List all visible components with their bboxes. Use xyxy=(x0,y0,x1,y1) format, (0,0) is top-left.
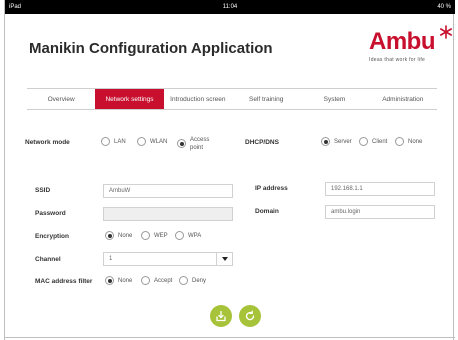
domain-label: Domain xyxy=(255,208,279,215)
tab-bar: Overview Network settings Introduction s… xyxy=(27,88,437,110)
radio-encryption-none[interactable] xyxy=(105,231,114,240)
radio-wlan[interactable] xyxy=(137,137,146,146)
network-mode-lan-option[interactable]: LAN xyxy=(101,137,126,146)
tab-system[interactable]: System xyxy=(300,89,368,109)
radio-server[interactable] xyxy=(321,137,330,146)
tab-introduction-screen[interactable]: Introduction screen xyxy=(164,89,232,109)
app-frame: iPad 11:04 40 % Manikin Configuration Ap… xyxy=(4,0,455,340)
radio-accept[interactable] xyxy=(141,276,150,285)
tab-self-training[interactable]: Self training xyxy=(232,89,300,109)
ssid-input[interactable]: AmbuW xyxy=(103,184,233,198)
mac-filter-accept-option[interactable]: Accept xyxy=(141,276,172,285)
tab-network-settings[interactable]: Network settings xyxy=(95,89,164,109)
status-bar: iPad 11:04 40 % xyxy=(5,0,455,14)
radio-lan-label: LAN xyxy=(114,138,126,145)
radio-deny[interactable] xyxy=(179,276,188,285)
radio-wlan-label: WLAN xyxy=(150,138,168,145)
radio-dhcp-none[interactable] xyxy=(395,137,404,146)
chevron-down-icon xyxy=(221,257,228,261)
radio-access-point[interactable] xyxy=(177,139,186,148)
save-button[interactable] xyxy=(210,305,232,327)
dhcp-server-option[interactable]: Server xyxy=(321,137,352,146)
network-mode-access-point-option[interactable]: Access point xyxy=(177,136,220,152)
domain-input[interactable]: ambu.login xyxy=(325,205,435,219)
ssid-label: SSID xyxy=(35,187,51,194)
channel-dropdown-button[interactable] xyxy=(216,253,232,265)
ip-address-input[interactable]: 192.168.1.1 xyxy=(325,182,435,196)
encryption-none-option[interactable]: None xyxy=(105,231,132,240)
radio-lan[interactable] xyxy=(101,137,110,146)
dhcp-none-option[interactable]: None xyxy=(395,137,422,146)
status-battery: 40 % xyxy=(437,4,451,10)
radio-access-point-label: Access point xyxy=(190,137,210,151)
channel-value: 1 xyxy=(109,256,113,262)
radio-encryption-none-label: None xyxy=(118,232,133,239)
tab-administration[interactable]: Administration xyxy=(369,89,437,109)
encryption-wpa-option[interactable]: WPA xyxy=(175,231,201,240)
radio-wep-label: WEP xyxy=(154,232,168,239)
mac-filter-none-option[interactable]: None xyxy=(105,276,132,285)
radio-accept-label: Accept xyxy=(154,277,173,284)
page-title: Manikin Configuration Application xyxy=(29,40,273,57)
bottom-border xyxy=(5,337,455,338)
mac-filter-deny-option[interactable]: Deny xyxy=(179,276,206,285)
logo-wordmark: Ambu xyxy=(369,28,436,55)
encryption-wep-option[interactable]: WEP xyxy=(141,231,168,240)
radio-deny-label: Deny xyxy=(192,277,207,284)
password-label: Password xyxy=(35,210,66,217)
refresh-icon xyxy=(245,310,255,321)
channel-select[interactable]: 1 xyxy=(103,252,233,266)
channel-label: Channel xyxy=(35,256,61,263)
radio-mac-none[interactable] xyxy=(105,276,114,285)
dhcp-dns-label: DHCP/DNS xyxy=(245,139,279,146)
radio-client[interactable] xyxy=(359,137,368,146)
radio-mac-none-label: None xyxy=(118,277,133,284)
network-mode-wlan-option[interactable]: WLAN xyxy=(137,137,167,146)
radio-wpa[interactable] xyxy=(175,231,184,240)
radio-server-label: Server xyxy=(334,138,352,145)
logo-tagline: Ideas that work for life xyxy=(369,57,426,63)
ambu-logo: Ambu Ideas that work for life xyxy=(369,25,452,68)
status-time: 11:04 xyxy=(222,4,238,10)
tab-overview[interactable]: Overview xyxy=(27,89,95,109)
dhcp-client-option[interactable]: Client xyxy=(359,137,387,146)
refresh-button[interactable] xyxy=(239,305,261,327)
network-mode-label: Network mode xyxy=(25,139,70,146)
radio-wpa-label: WPA xyxy=(188,232,202,239)
encryption-label: Encryption xyxy=(35,233,69,240)
password-input[interactable] xyxy=(103,207,233,221)
save-tray-icon xyxy=(216,310,226,322)
radio-wep[interactable] xyxy=(141,231,150,240)
ip-address-label: IP address xyxy=(255,185,288,192)
logo-star-icon xyxy=(439,25,452,39)
mac-filter-label: MAC address filter xyxy=(35,278,93,285)
radio-client-label: Client xyxy=(372,138,388,145)
radio-dhcp-none-label: None xyxy=(408,138,423,145)
